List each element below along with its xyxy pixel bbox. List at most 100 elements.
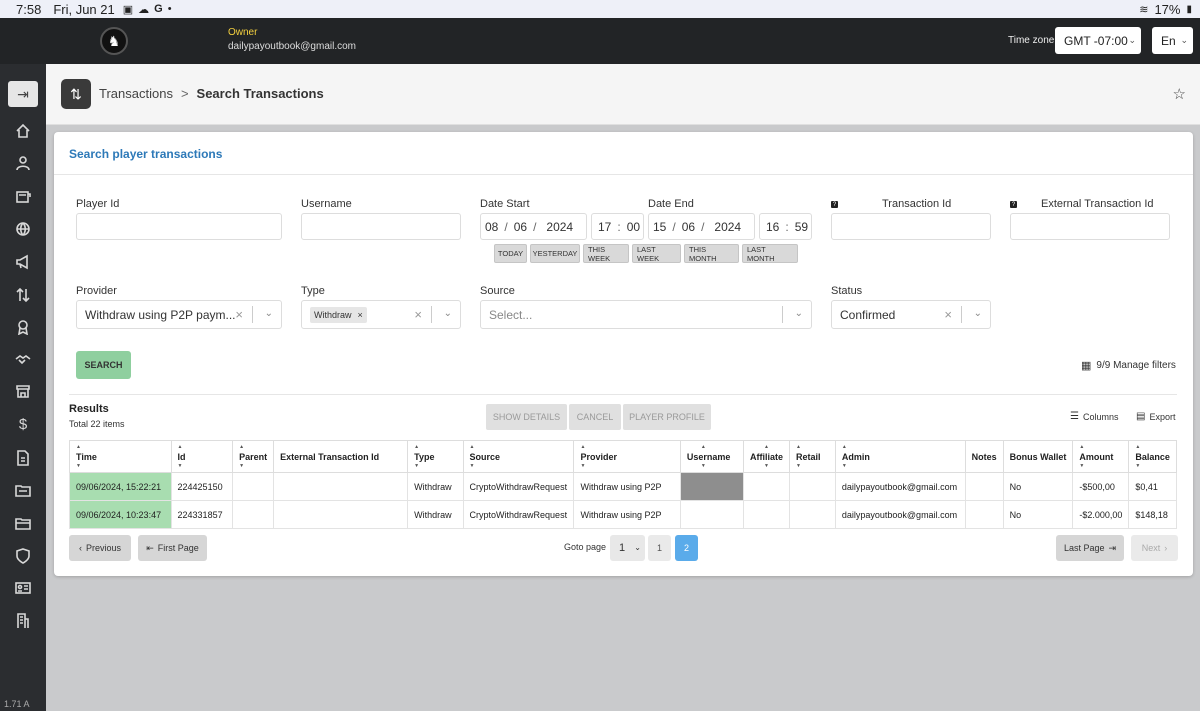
column-header-amount[interactable]: ▲ Amount ▼ — [1072, 440, 1130, 473]
clear-icon[interactable]: × — [414, 307, 422, 322]
external-transaction-id-input[interactable] — [1010, 213, 1170, 240]
column-header-parent[interactable]: ▲ Parent ▼ — [232, 440, 275, 473]
quick-yesterday-button[interactable]: YESTERDAY — [530, 244, 580, 263]
timezone-value: GMT -07:00 — [1064, 33, 1128, 48]
clear-icon[interactable]: × — [235, 307, 243, 322]
provider-select[interactable]: Withdraw using P2P paym... × ⌄ — [76, 300, 282, 329]
column-header-source[interactable]: ▲ Source ▼ — [462, 440, 575, 473]
date-start-minute[interactable]: 00 — [623, 220, 644, 234]
help-icon[interactable]: ? — [831, 201, 838, 208]
shield-icon[interactable] — [8, 543, 38, 569]
date-end-minute[interactable]: 59 — [791, 220, 812, 234]
help-icon[interactable]: ? — [1010, 201, 1017, 208]
status-date: Fri, Jun 21 — [53, 1, 115, 17]
quick-last-week-button[interactable]: LAST WEEK — [632, 244, 681, 263]
first-page-button[interactable]: ⇤ First Page — [138, 535, 207, 561]
date-end-time-field[interactable]: 16: 59 — [759, 213, 812, 240]
column-header-balance[interactable]: ▲ Balance ▼ — [1128, 440, 1177, 473]
date-end-date-field[interactable]: 15/ 06/ 2024 — [648, 213, 755, 240]
column-header-retail[interactable]: ▲ Retail ▼ — [788, 440, 836, 473]
column-header-id[interactable]: ▲ Id ▼ — [170, 440, 234, 473]
date-end-month[interactable]: 06 — [678, 220, 699, 234]
status-time: 7:58 — [16, 1, 42, 17]
date-start-day[interactable]: 08 — [481, 220, 502, 234]
building-icon[interactable] — [8, 608, 38, 634]
date-end-year[interactable]: 2024 — [706, 220, 745, 234]
collapse-sidebar-icon[interactable]: ⇥ — [8, 81, 38, 107]
previous-page-button[interactable]: ‹ Previous — [69, 535, 131, 561]
folder-icon[interactable] — [8, 477, 38, 503]
next-page-button[interactable]: Next › — [1131, 535, 1178, 561]
show-details-button[interactable]: SHOW DETAILS — [486, 404, 567, 430]
clear-icon[interactable]: × — [944, 307, 952, 322]
award-icon[interactable] — [8, 314, 38, 340]
date-start-month[interactable]: 06 — [510, 220, 531, 234]
id-card-icon[interactable] — [8, 575, 38, 601]
column-header-affiliate[interactable]: ▲ Affiliate ▼ — [742, 440, 790, 473]
chevron-down-icon[interactable]: ⌄ — [444, 308, 452, 319]
timezone-select[interactable]: GMT -07:00 ⌄ — [1055, 27, 1141, 54]
column-header-notes[interactable]: Notes — [964, 440, 1004, 473]
last-page-button[interactable]: Last Page ⇥ — [1056, 535, 1124, 561]
page-1-button[interactable]: 1 — [648, 535, 671, 561]
cloud-icon: ☁ — [138, 3, 150, 16]
date-start-hour[interactable]: 17 — [592, 220, 615, 234]
export-button[interactable]: ▤ Export — [1136, 411, 1175, 422]
grid-icon: ▦ — [1081, 360, 1092, 372]
table-row[interactable]: 09/06/2024, 15:22:21 224425150 Withdraw … — [69, 472, 1177, 501]
column-header-username[interactable]: ▲ Username ▼ — [679, 440, 744, 473]
sports-ball-icon[interactable] — [8, 216, 38, 242]
player-profile-button[interactable]: PLAYER PROFILE — [623, 404, 711, 430]
quick-this-week-button[interactable]: THIS WEEK — [583, 244, 629, 263]
username-label: Username — [301, 198, 352, 210]
language-select[interactable]: En ⌄ — [1152, 27, 1193, 54]
status-select[interactable]: Confirmed × ⌄ — [831, 300, 991, 329]
home-icon[interactable] — [8, 118, 38, 144]
dollar-icon[interactable]: $ — [8, 411, 38, 437]
chevron-down-icon[interactable]: ⌄ — [265, 308, 273, 319]
goto-page-select[interactable]: 1 ⌄ — [610, 535, 645, 561]
column-header-provider[interactable]: ▲ Provider ▼ — [573, 440, 681, 473]
breadcrumb-transactions[interactable]: Transactions — [99, 86, 173, 101]
chevron-down-icon[interactable]: ⌄ — [974, 308, 982, 319]
megaphone-icon[interactable] — [8, 249, 38, 275]
player-id-input[interactable] — [76, 213, 282, 240]
app-version: 1.71 A — [4, 699, 30, 709]
column-header-admin[interactable]: ▲ Admin ▼ — [834, 440, 966, 473]
slot-machine-icon[interactable] — [8, 183, 38, 209]
column-header-bonus-wallet[interactable]: Bonus Wallet — [1002, 440, 1074, 473]
column-header-type[interactable]: ▲ Type ▼ — [407, 440, 464, 473]
brand-logo[interactable]: ♞ — [100, 27, 128, 55]
quick-last-month-button[interactable]: LAST MONTH — [742, 244, 798, 263]
user-icon[interactable] — [8, 150, 38, 176]
quick-today-button[interactable]: TODAY — [494, 244, 527, 263]
page-2-button[interactable]: 2 — [675, 535, 698, 561]
manage-filters-button[interactable]: ▦ 9/9 Manage filters — [1081, 359, 1176, 372]
column-header-time[interactable]: ▲ Time ▼ — [69, 440, 172, 473]
quick-this-month-button[interactable]: THIS MONTH — [684, 244, 739, 263]
favorite-star-icon[interactable]: ☆ — [1173, 85, 1186, 103]
search-button[interactable]: SEARCH — [76, 351, 131, 379]
date-start-time-field[interactable]: 17: 00 — [591, 213, 644, 240]
username-input[interactable] — [301, 213, 461, 240]
chevron-down-icon[interactable]: ⌄ — [795, 308, 803, 319]
column-header-external-transaction-id[interactable]: External Transaction Id — [273, 440, 409, 473]
timezone-label: Time zone — [1008, 35, 1055, 46]
type-select[interactable]: Withdraw × × ⌄ — [301, 300, 461, 329]
source-select[interactable]: Select... ⌄ — [480, 300, 812, 329]
date-end-day[interactable]: 15 — [649, 220, 670, 234]
report-icon[interactable] — [8, 445, 38, 471]
transaction-id-input[interactable] — [831, 213, 991, 240]
columns-button[interactable]: ☰ Columns — [1070, 411, 1118, 422]
folder-alt-icon[interactable] — [8, 510, 38, 536]
handshake-icon[interactable] — [8, 346, 38, 372]
remove-tag-icon[interactable]: × — [358, 310, 363, 320]
store-icon[interactable] — [8, 378, 38, 404]
date-end-hour[interactable]: 16 — [760, 220, 783, 234]
date-start-date-field[interactable]: 08/ 06/ 2024 — [480, 213, 587, 240]
transactions-icon[interactable] — [8, 282, 38, 308]
date-start-year[interactable]: 2024 — [538, 220, 577, 234]
status-value: Confirmed — [840, 307, 896, 322]
table-row[interactable]: 09/06/2024, 10:23:47 224331857 Withdraw … — [69, 500, 1177, 529]
cancel-button[interactable]: CANCEL — [569, 404, 621, 430]
